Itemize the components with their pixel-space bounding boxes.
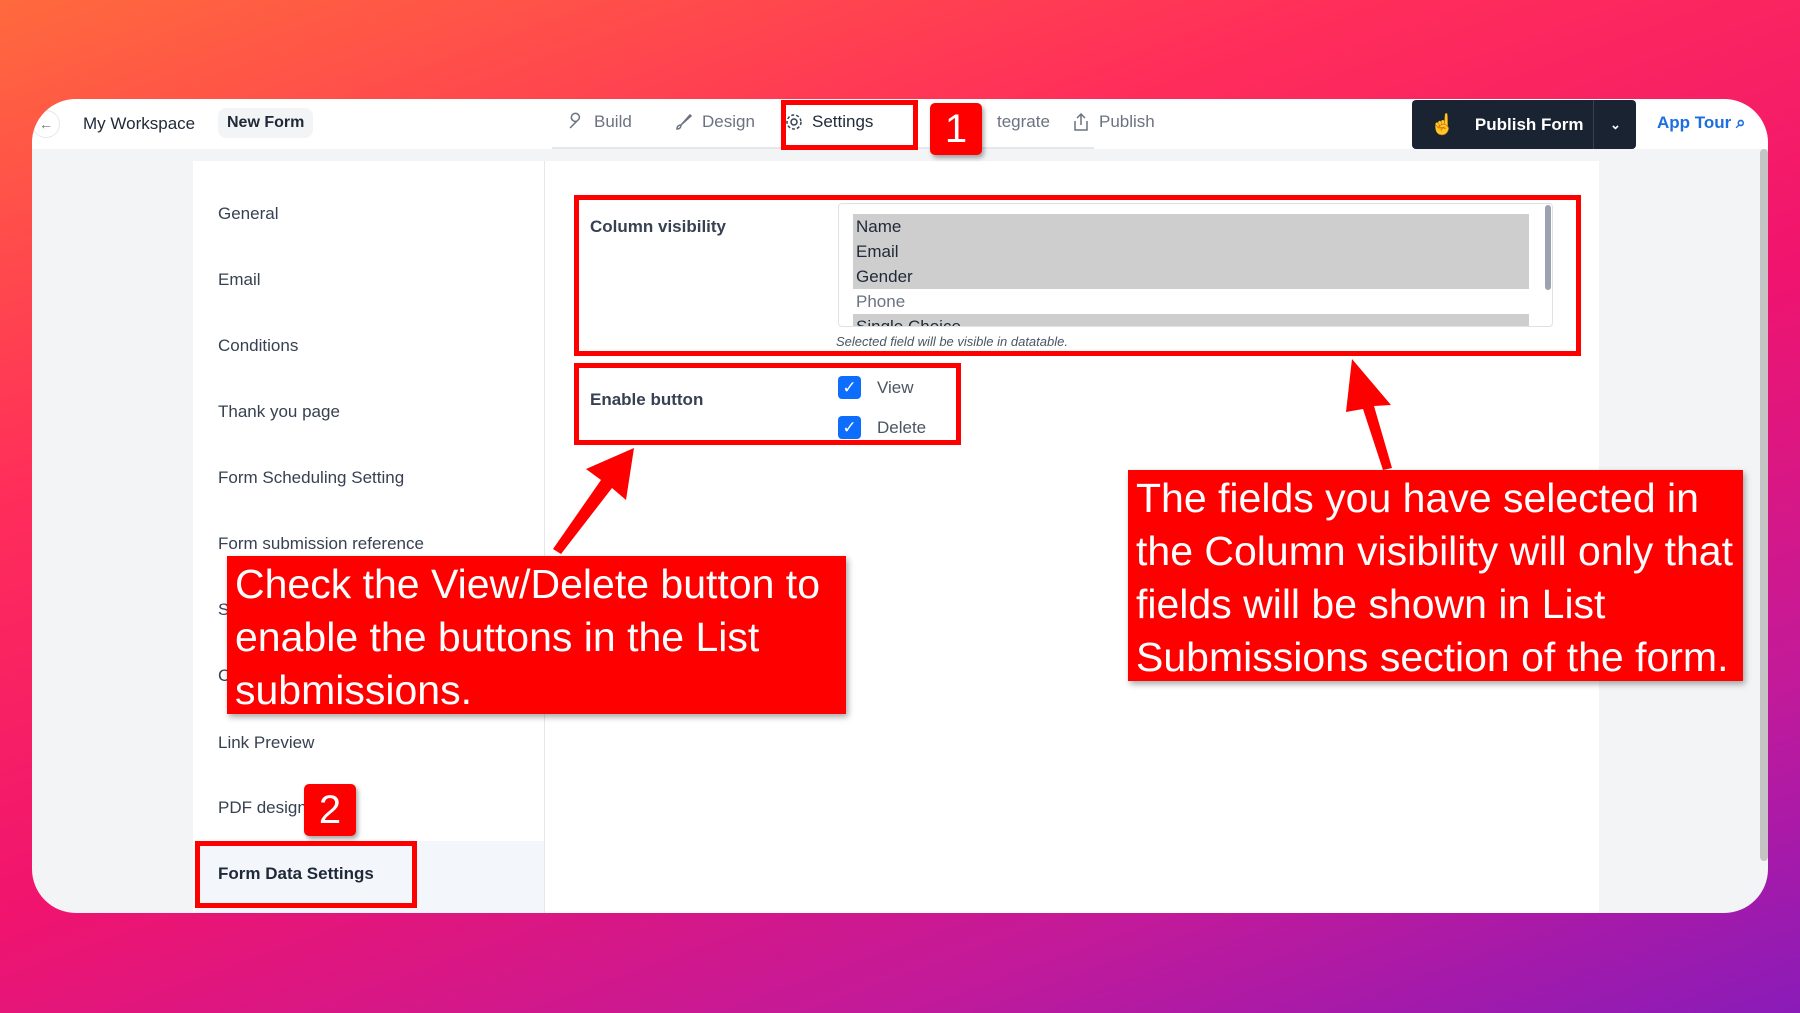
callout-left: Check the View/Delete button to enable t… xyxy=(227,556,846,714)
arrow-right xyxy=(1346,359,1392,470)
callout-right: The fields you have selected in the Colu… xyxy=(1128,470,1743,681)
arrow-left xyxy=(553,448,634,554)
